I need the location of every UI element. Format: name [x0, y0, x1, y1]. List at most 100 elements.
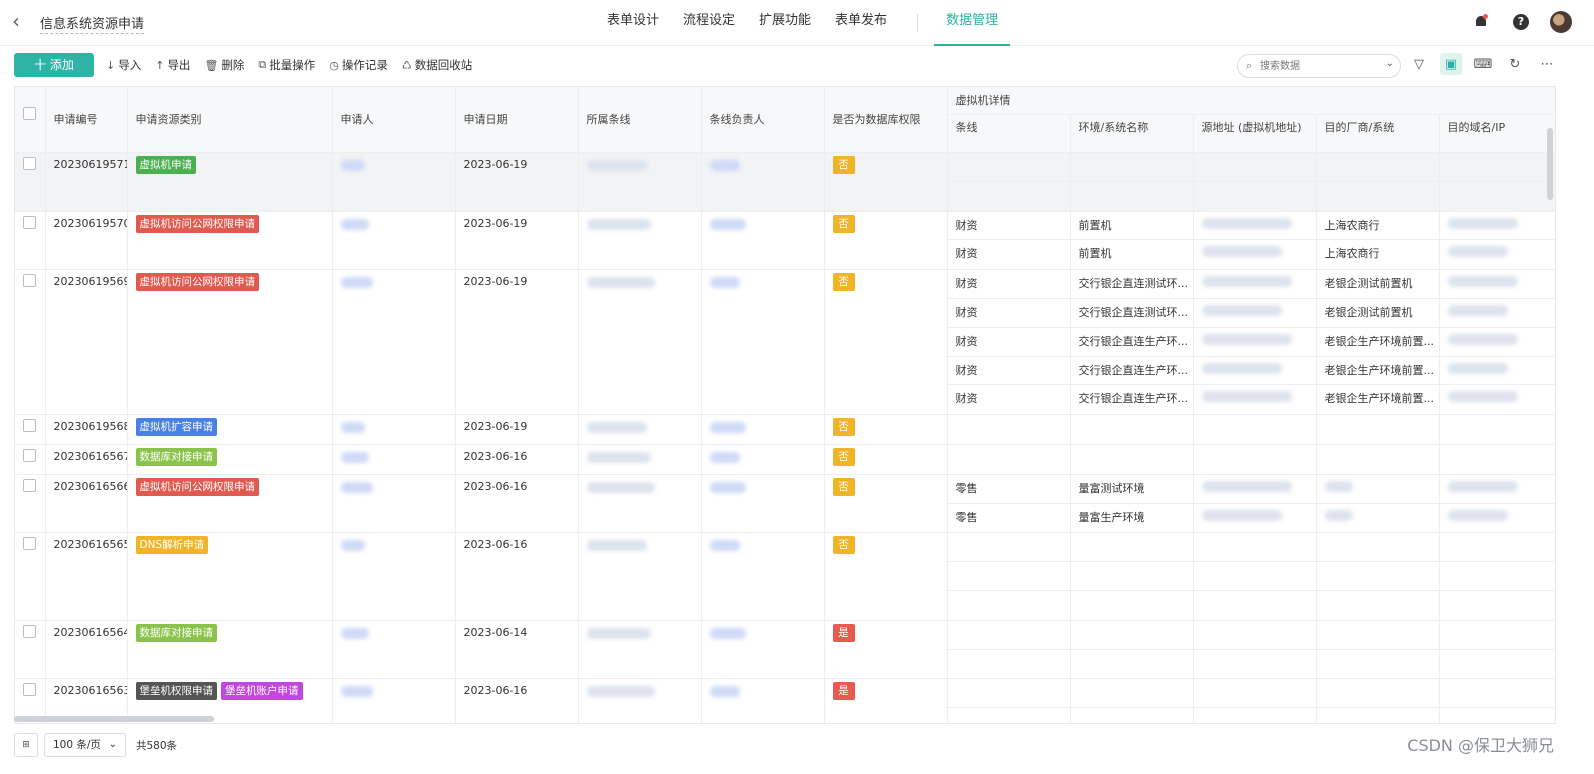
page-size-select[interactable]: 100 条/页 ⌄: [44, 733, 126, 757]
applicant: [332, 414, 456, 445]
tab-data-management[interactable]: 数据管理: [934, 0, 1011, 46]
view-toggle-icon[interactable]: ▣: [1440, 53, 1462, 75]
toolbar-action-3[interactable]: ⧉ 批量操作: [258, 57, 315, 73]
redacted-value: [709, 686, 740, 698]
row-checkbox[interactable]: [23, 274, 36, 288]
header-date[interactable]: 申请日期: [455, 87, 579, 153]
app-title[interactable]: 信息系统资源申请: [40, 13, 145, 34]
subheader-dest-vendor[interactable]: 目的厂商/系统: [1316, 114, 1440, 153]
row-checkbox[interactable]: [23, 157, 36, 170]
toolbar-action-2[interactable]: 🗑 删除: [204, 57, 244, 73]
vm-detail-value: [947, 533, 1069, 563]
row-checkbox[interactable]: [23, 537, 36, 551]
db-permission: 否: [824, 532, 948, 621]
page-grid-icon[interactable]: ⊞: [14, 733, 38, 757]
redacted-value: [1447, 276, 1518, 288]
tab-flow-settings[interactable]: 流程设定: [671, 0, 747, 46]
avatar[interactable]: [1550, 11, 1572, 33]
vm-detail-col-1: [1070, 620, 1194, 680]
row-checkbox[interactable]: [23, 215, 36, 229]
category-tag: 数据库对接申请: [135, 623, 217, 642]
vm-detail-value: [1440, 650, 1556, 678]
toolbar-action-5[interactable]: ♺ 数据回收站: [402, 57, 472, 73]
select-all-checkbox[interactable]: [23, 107, 36, 120]
top-icons: ?: [1470, 11, 1572, 33]
redacted-value: [586, 218, 651, 230]
vm-detail-value: [1317, 445, 1439, 473]
redacted-value: [340, 481, 373, 493]
redacted-value: [586, 627, 651, 639]
row-checkbox[interactable]: [23, 683, 36, 697]
refresh-icon[interactable]: ↻: [1504, 53, 1526, 75]
db-permission-badge: 否: [832, 156, 855, 174]
subheader-line[interactable]: 条线: [947, 114, 1071, 153]
redacted-value: [709, 627, 746, 639]
header-line-owner[interactable]: 条线负责人: [701, 87, 825, 153]
table-row[interactable]: 20230619571 虚拟机申请 2023-06-19 否: [15, 152, 1555, 212]
tab-extensions[interactable]: 扩展功能: [747, 0, 823, 46]
toolbar-action-icon: 🗑: [204, 58, 219, 72]
tab-form-publish[interactable]: 表单发布: [823, 0, 899, 46]
table-row[interactable]: 20230619568 虚拟机扩容申请 2023-06-19 否: [15, 414, 1555, 445]
table-row[interactable]: 20230619570 虚拟机访问公网权限申请 2023-06-19 否财资 财资 前置机…: [15, 211, 1555, 271]
application-date: 2023-06-14: [455, 620, 579, 680]
horizontal-scrollbar[interactable]: [14, 716, 214, 722]
more-icon[interactable]: ⋯: [1536, 53, 1558, 75]
row-checkbox[interactable]: [23, 419, 36, 433]
vm-detail-col-3: [1316, 620, 1440, 680]
db-permission-badge: 是: [832, 623, 855, 642]
application-date: 2023-06-19: [455, 269, 579, 416]
vm-detail-value: 交行银企直连生产环...: [1078, 392, 1189, 406]
toolbar-action-0[interactable]: ↓ 导入: [106, 57, 141, 73]
search-box[interactable]: ⌕ ⌄: [1237, 54, 1401, 78]
header-applicant[interactable]: 申请人: [332, 87, 456, 153]
table-row[interactable]: 20230616564 数据库对接申请 2023-06-14 是: [15, 620, 1556, 680]
header-category[interactable]: 申请资源类别: [127, 87, 333, 153]
toolbar-action-1[interactable]: ↑ 导出: [155, 57, 190, 73]
table-row[interactable]: 20230619569 虚拟机访问公网权限申请 2023-06-19 否财资 财资 财资财…: [15, 269, 1555, 416]
keyboard-icon[interactable]: ⌨: [1472, 53, 1494, 75]
vm-detail-value: [948, 182, 1070, 210]
subheader-source-address[interactable]: 源地址 (虚拟机地址): [1193, 114, 1317, 153]
line-owner: [701, 444, 825, 475]
table-row[interactable]: 20230616567 数据库对接申请 2023-06-16 否: [15, 444, 1555, 475]
chevron-down-icon[interactable]: ⌄: [1386, 58, 1394, 69]
nav-divider: [917, 14, 919, 32]
subheader-dest-domain[interactable]: 目的域名/IP: [1439, 114, 1555, 153]
table-row[interactable]: 20230616563 堡垒机权限申请 堡垒机账户申请 2023-06-16 是: [15, 678, 1555, 723]
vm-detail-value: [1194, 504, 1316, 532]
header-db-permission[interactable]: 是否为数据库权限: [824, 87, 948, 153]
filter-icon[interactable]: ▽: [1408, 53, 1430, 75]
redacted-value: [586, 481, 655, 493]
subheader-env-name[interactable]: 环境/系统名称: [1070, 114, 1194, 153]
table-row[interactable]: 20230616565 DNS解析申请 2023-06-16 否: [15, 532, 1555, 621]
vertical-scrollbar[interactable]: [1547, 128, 1553, 200]
vm-detail-col-3: [1316, 678, 1440, 723]
vm-detail-col-0: [947, 678, 1071, 723]
row-checkbox[interactable]: [23, 478, 36, 492]
vm-detail-value: [1071, 650, 1193, 678]
table-row[interactable]: 20230616566 虚拟机访问公网权限申请 2023-06-16 否零售 零售 量富测…: [15, 474, 1555, 534]
header-line[interactable]: 所属条线: [578, 87, 702, 153]
tab-form-design[interactable]: 表单设计: [595, 0, 671, 46]
redacted-value: [1201, 391, 1292, 403]
header-id[interactable]: 申请编号: [45, 87, 128, 153]
add-button[interactable]: 十 添加: [14, 53, 94, 77]
notification-bell-icon[interactable]: [1470, 11, 1492, 33]
vm-detail-col-1: [1070, 152, 1194, 212]
help-icon[interactable]: ?: [1510, 11, 1532, 33]
back-arrow-icon[interactable]: ‹: [12, 10, 28, 32]
db-permission: 否: [824, 152, 948, 212]
vm-detail-value: [948, 415, 1070, 443]
vm-detail-value: [1193, 153, 1315, 182]
redacted-value: [709, 160, 740, 171]
toolbar-action-4[interactable]: ◷ 操作记录: [329, 57, 388, 73]
search-input[interactable]: [1260, 59, 1375, 74]
vm-detail-col-0: 零售 零售: [947, 474, 1071, 534]
row-checkbox[interactable]: [23, 448, 36, 462]
vm-detail-col-1: [1070, 532, 1194, 621]
vm-detail-value: [1071, 445, 1193, 473]
vm-detail-value: 量富测试环境: [1070, 475, 1192, 504]
business-line: [578, 414, 702, 445]
row-checkbox[interactable]: [23, 624, 36, 638]
